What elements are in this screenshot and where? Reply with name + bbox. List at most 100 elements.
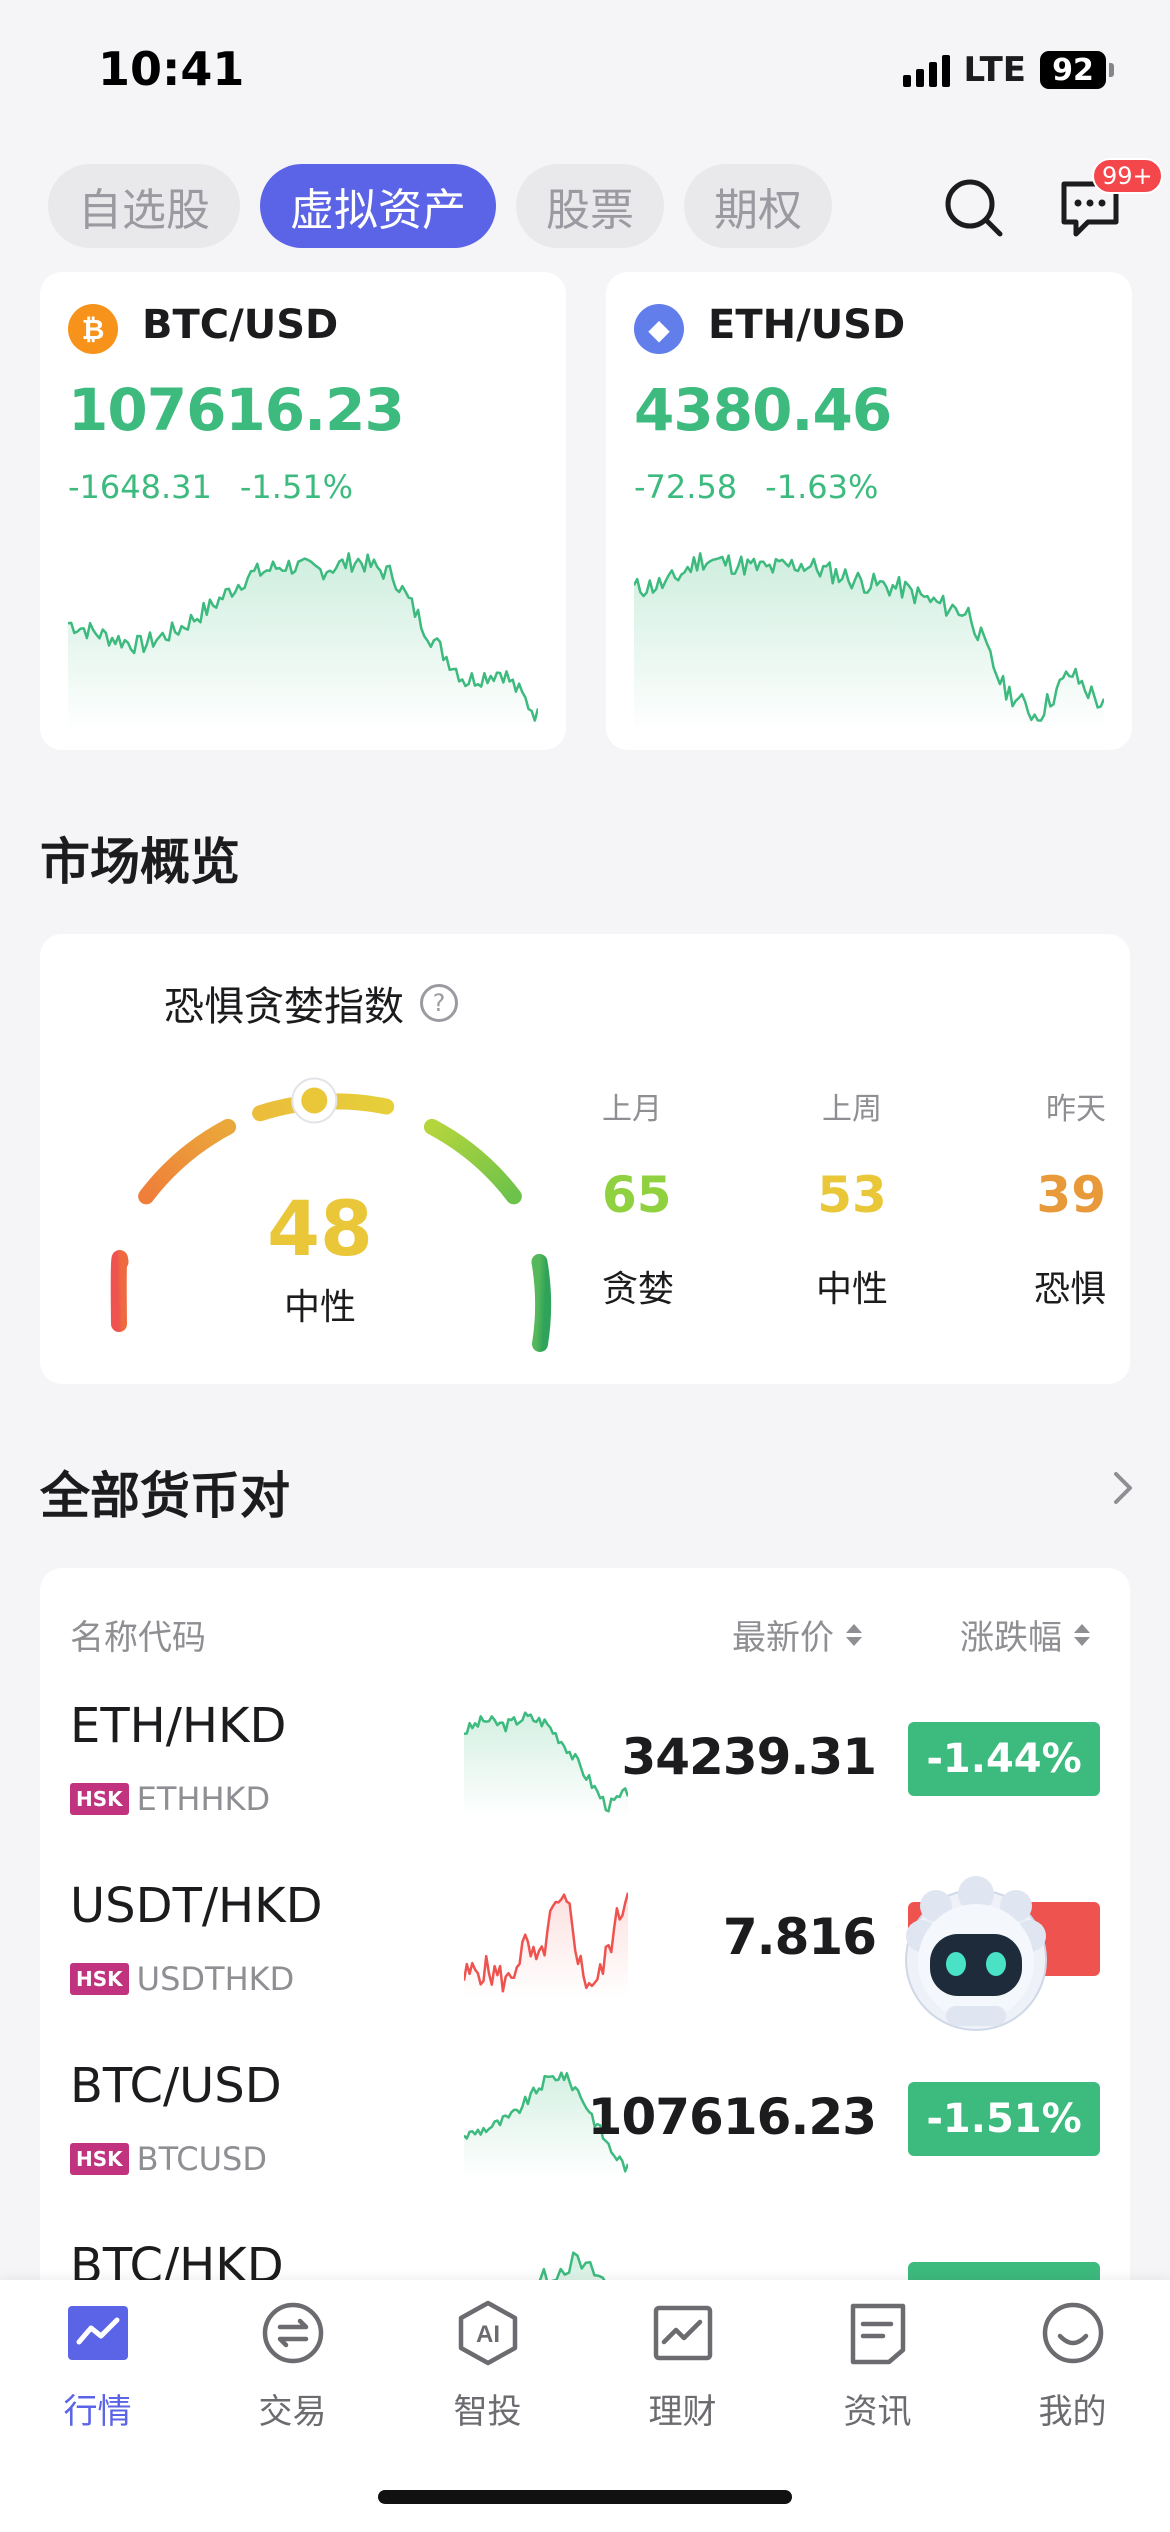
- period-value: 39: [1036, 1166, 1106, 1224]
- fear-greed-value: 48: [267, 1184, 373, 1273]
- ethereum-icon: ◆: [634, 304, 684, 354]
- btc-price-chart: [68, 552, 538, 732]
- ticker-change-pct: -1.63%: [765, 468, 879, 506]
- tab-options[interactable]: 期权: [684, 164, 832, 248]
- ticker-change-abs: -1648.31: [68, 468, 212, 506]
- table-row[interactable]: BTC/USD HSK BTCUSD 107616.23 -1.51%: [40, 2036, 1130, 2216]
- ticker-pair: BTC/USD: [142, 302, 339, 348]
- ticker-change: -72.58 -1.63%: [634, 468, 878, 506]
- profile-icon: [1042, 2302, 1103, 2364]
- period-label: 昨天: [1046, 1092, 1106, 1127]
- row-pair: ETH/HKD: [70, 1698, 287, 1754]
- column-header-name-label: 名称代码: [70, 1618, 206, 1658]
- row-code: ETHHKD: [136, 1780, 271, 1818]
- ticker-change-abs: -72.58: [634, 468, 738, 506]
- sort-icon: [846, 1623, 862, 1646]
- status-time: 10:41: [98, 42, 245, 96]
- ticker-card-eth[interactable]: ◆ ETH/USD 4380.46 -72.58 -1.63%: [606, 272, 1132, 750]
- trade-icon: [262, 2302, 323, 2364]
- battery-level: 92: [1040, 51, 1106, 89]
- wealth-icon: [653, 2305, 712, 2361]
- news-icon: [850, 2303, 905, 2365]
- help-icon[interactable]: ?: [420, 984, 458, 1022]
- column-header-price[interactable]: 最新价: [732, 1610, 862, 1659]
- gauge-segment-extreme-greed: [531, 1253, 552, 1352]
- fear-greed-last-month: 上月 65 贪婪: [602, 1084, 742, 1312]
- asset-tabs: 自选股 虚拟资产 股票 期权: [48, 164, 832, 248]
- svg-text:AI: AI: [476, 2321, 500, 2348]
- ai-invest-icon: AI: [458, 2300, 517, 2366]
- chart-area: [68, 553, 538, 732]
- exchange-tag: HSK: [70, 1963, 129, 1995]
- home-indicator: [378, 2490, 792, 2504]
- nav-item-news[interactable]: 资讯: [780, 2300, 975, 2433]
- tab-stocks[interactable]: 股票: [516, 164, 664, 248]
- nav-item-ai-invest[interactable]: AI 智投: [390, 2300, 585, 2433]
- search-icon[interactable]: [942, 176, 1004, 238]
- gauge-segment-extreme-fear: [110, 1249, 129, 1332]
- row-price: 107616.23: [587, 2088, 877, 2146]
- eth-price-chart: [634, 552, 1104, 732]
- ticker-price: 4380.46: [634, 376, 892, 444]
- exchange-tag: HSK: [70, 1783, 129, 1815]
- row-change-badge: -1.51%: [908, 2082, 1100, 2156]
- ai-assistant-robot-icon[interactable]: [896, 1876, 1056, 2036]
- nav-item-market[interactable]: 行情: [0, 2300, 195, 2433]
- fear-greed-title: 恐惧贪婪指数 ?: [164, 974, 458, 1032]
- market-overview-title: 市场概览: [40, 833, 240, 891]
- exchange-tag: HSK: [70, 2143, 129, 2175]
- row-code: BTCUSD: [136, 2140, 267, 2178]
- battery-icon: 92: [1040, 51, 1114, 89]
- fear-greed-card[interactable]: 恐惧贪婪指数 ? 48 中性 上月 65 贪婪 上周 53 中性 昨天 39 恐…: [40, 934, 1130, 1384]
- row-sub: HSK USDTHKD: [70, 1960, 294, 1998]
- row-pair: BTC/USD: [70, 2058, 282, 2114]
- fear-greed-last-week: 上周 53 中性: [782, 1084, 922, 1312]
- period-label: 上周: [822, 1092, 882, 1127]
- fear-greed-yesterday: 昨天 39 恐惧: [966, 1084, 1106, 1312]
- nav-label: 我的: [1038, 2392, 1107, 2432]
- fear-greed-label: 中性: [283, 1287, 356, 1328]
- bitcoin-icon: ₿: [68, 304, 118, 354]
- nav-label: 行情: [63, 2392, 132, 2432]
- column-header-name[interactable]: 名称代码: [70, 1610, 206, 1659]
- row-price: 7.816: [722, 1908, 877, 1966]
- period-value: 65: [602, 1166, 672, 1224]
- column-header-change[interactable]: 涨跌幅: [960, 1610, 1090, 1659]
- status-indicators: LTE 92: [902, 50, 1114, 90]
- row-pair: USDT/HKD: [70, 1878, 323, 1934]
- chevron-right-icon[interactable]: [1110, 1468, 1136, 1508]
- nav-label: 资讯: [843, 2392, 912, 2432]
- fear-greed-title-text: 恐惧贪婪指数: [164, 984, 404, 1030]
- column-header-price-label: 最新价: [732, 1618, 834, 1658]
- chart-area: [634, 553, 1104, 732]
- nav-item-wealth[interactable]: 理财: [585, 2300, 780, 2433]
- ticker-card-btc[interactable]: ₿ BTC/USD 107616.23 -1648.31 -1.51%: [40, 272, 566, 750]
- row-sub: HSK BTCUSD: [70, 2140, 267, 2178]
- nav-label: 智投: [453, 2392, 522, 2432]
- column-header-change-label: 涨跌幅: [960, 1618, 1062, 1658]
- row-change-badge: -1.44%: [908, 1722, 1100, 1796]
- message-count-badge: 99+: [1092, 158, 1163, 194]
- table-row[interactable]: ETH/HKD HSK ETHHKD 34239.31 -1.44%: [40, 1676, 1130, 1856]
- ticker-change: -1648.31 -1.51%: [68, 468, 353, 506]
- ticker-change-pct: -1.51%: [239, 468, 354, 506]
- market-icon: [67, 2306, 128, 2360]
- period-value: 53: [817, 1166, 887, 1224]
- nav-label: 交易: [258, 2392, 327, 2432]
- tab-virtual-assets[interactable]: 虚拟资产: [260, 164, 496, 248]
- row-sub: HSK ETHHKD: [70, 1780, 270, 1818]
- tab-watchlist[interactable]: 自选股: [48, 164, 240, 248]
- signal-icon: [902, 53, 950, 87]
- period-label: 上月: [602, 1092, 662, 1127]
- ticker-pair: ETH/USD: [708, 302, 906, 348]
- period-sentiment: 中性: [815, 1269, 888, 1310]
- all-pairs-title: 全部货币对: [40, 1467, 290, 1525]
- row-price: 34239.31: [621, 1728, 877, 1786]
- ticker-price: 107616.23: [68, 376, 405, 444]
- nav-item-profile[interactable]: 我的: [975, 2300, 1170, 2433]
- row-code: USDTHKD: [136, 1960, 295, 1998]
- network-type: LTE: [963, 50, 1026, 90]
- nav-item-trade[interactable]: 交易: [195, 2300, 390, 2433]
- period-sentiment: 恐惧: [1033, 1269, 1106, 1310]
- status-bar: 10:41 LTE 92: [0, 0, 1170, 140]
